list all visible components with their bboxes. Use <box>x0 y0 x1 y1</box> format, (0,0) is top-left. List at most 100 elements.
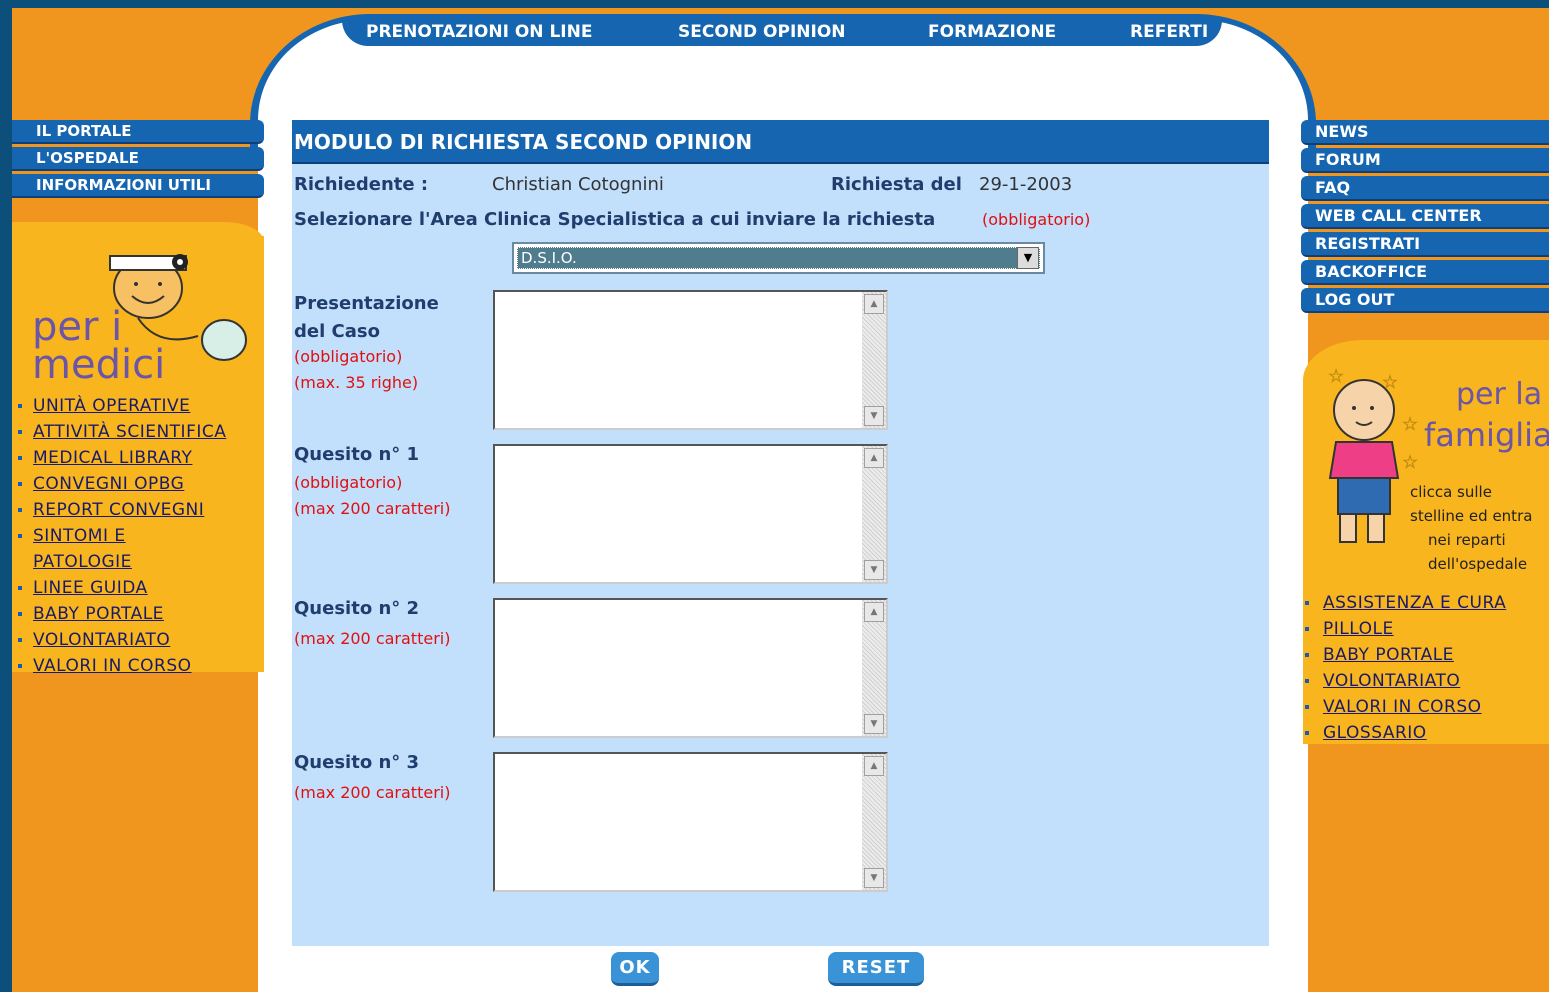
scroll-down-icon[interactable]: ▼ <box>864 714 884 734</box>
scrollbar[interactable]: ▲ ▼ <box>862 446 886 582</box>
question-3-textarea[interactable]: ▲ ▼ <box>493 752 888 892</box>
menu-forum[interactable]: FORUM <box>1301 148 1549 173</box>
bullet-icon <box>18 482 22 486</box>
menu-web-call-center[interactable]: WEB CALL CENTER <box>1301 204 1549 229</box>
link-convegni-opbg[interactable]: CONVEGNI OPBG <box>18 471 262 497</box>
requester-label: Richiedente : <box>294 174 429 195</box>
case-textarea[interactable]: ▲ ▼ <box>493 290 888 430</box>
link-attivita-scientifica[interactable]: ATTIVITÀ SCIENTIFICA <box>18 419 262 445</box>
scroll-up-icon[interactable]: ▲ <box>864 756 884 776</box>
ok-button[interactable]: OK <box>611 952 659 986</box>
scroll-down-icon[interactable]: ▼ <box>864 560 884 580</box>
window-top-edge <box>0 0 1549 8</box>
bullet-icon <box>18 586 22 590</box>
date-value: 29-1-2003 <box>979 174 1073 195</box>
bullet-icon <box>1305 731 1309 735</box>
link-baby-portale[interactable]: BABY PORTALE <box>18 601 262 627</box>
question-1-limit-note: (max 200 caratteri) <box>294 499 451 518</box>
question-2-label: Quesito n° 2 <box>294 598 420 619</box>
link-unita-operative[interactable]: UNITÀ OPERATIVE <box>18 393 262 419</box>
svg-text:☆: ☆ <box>1402 414 1418 435</box>
left-links: UNITÀ OPERATIVE ATTIVITÀ SCIENTIFICA MED… <box>18 393 262 679</box>
reset-button[interactable]: RESET <box>828 952 924 986</box>
link-sintomi-patologie[interactable]: SINTOMI E PATOLOGIE <box>18 523 148 575</box>
link-medical-library[interactable]: MEDICAL LIBRARY <box>18 445 262 471</box>
scroll-up-icon[interactable]: ▲ <box>864 448 884 468</box>
doctor-mascot-icon: per i medici <box>32 254 247 388</box>
link-baby-portale-right[interactable]: BABY PORTALE <box>1305 642 1549 668</box>
link-glossario[interactable]: GLOSSARIO <box>1305 720 1549 746</box>
link-assistenza-cura[interactable]: ASSISTENZA E CURA <box>1305 590 1549 616</box>
nav-formazione[interactable]: FORMAZIONE <box>928 22 1056 42</box>
link-valori-in-corso-right[interactable]: VALORI IN CORSO <box>1305 694 1549 720</box>
link-volontariato[interactable]: VOLONTARIATO <box>18 627 262 653</box>
right-links: ASSISTENZA E CURA PILLOLE BABY PORTALE V… <box>1305 590 1549 746</box>
bullet-icon <box>1305 601 1309 605</box>
menu-ospedale[interactable]: L'OSPEDALE <box>12 147 264 171</box>
menu-backoffice[interactable]: BACKOFFICE <box>1301 260 1549 285</box>
logo-per-la: per la <box>1456 377 1542 412</box>
scroll-down-icon[interactable]: ▼ <box>864 868 884 888</box>
bullet-icon <box>1305 653 1309 657</box>
logo-famiglia: famiglia <box>1424 416 1549 454</box>
bullet-icon <box>1305 705 1309 709</box>
svg-text:☆: ☆ <box>1402 452 1418 473</box>
right-menu: NEWS FORUM FAQ WEB CALL CENTER REGISTRAT… <box>1301 120 1549 316</box>
bullet-icon <box>18 430 22 434</box>
link-volontariato-right[interactable]: VOLONTARIATO <box>1305 668 1549 694</box>
question-1-textarea[interactable]: ▲ ▼ <box>493 444 888 584</box>
chevron-down-icon[interactable]: ▼ <box>1017 247 1039 269</box>
scrollbar[interactable]: ▲ ▼ <box>862 600 886 736</box>
menu-faq[interactable]: FAQ <box>1301 176 1549 201</box>
question-1-required-note: (obbligatorio) <box>294 473 403 492</box>
bullet-icon <box>1305 679 1309 683</box>
question-3-label: Quesito n° 3 <box>294 752 420 773</box>
scroll-up-icon[interactable]: ▲ <box>864 294 884 314</box>
area-select[interactable]: D.S.I.O. ▼ <box>512 242 1045 274</box>
nav-prenotazioni[interactable]: PRENOTAZIONI ON LINE <box>366 22 592 42</box>
case-limit-note: (max. 35 righe) <box>294 373 419 392</box>
bullet-icon <box>18 456 22 460</box>
bullet-icon <box>18 534 22 538</box>
svg-text:☆: ☆ <box>1328 366 1344 387</box>
menu-informazioni-utili[interactable]: INFORMAZIONI UTILI <box>12 174 264 198</box>
date-label: Richiesta del <box>831 174 962 195</box>
question-2-textarea[interactable]: ▲ ▼ <box>493 598 888 738</box>
scrollbar[interactable]: ▲ ▼ <box>862 292 886 428</box>
area-select-value: D.S.I.O. <box>521 249 577 267</box>
link-report-convegni[interactable]: REPORT CONVEGNI <box>18 497 262 523</box>
svg-text:☆: ☆ <box>1382 372 1398 393</box>
question-3-limit-note: (max 200 caratteri) <box>294 783 451 802</box>
top-navigation: PRENOTAZIONI ON LINE SECOND OPINION FORM… <box>342 20 1222 46</box>
menu-il-portale[interactable]: IL PORTALE <box>12 120 264 144</box>
scroll-down-icon[interactable]: ▼ <box>864 406 884 426</box>
nav-referti[interactable]: REFERTI <box>1130 22 1208 42</box>
bullet-icon <box>18 664 22 668</box>
link-pillole[interactable]: PILLOLE <box>1305 616 1549 642</box>
question-1-label: Quesito n° 1 <box>294 444 420 465</box>
menu-log-out[interactable]: LOG OUT <box>1301 288 1549 313</box>
bullet-icon <box>18 404 22 408</box>
area-label: Selezionare l'Area Clinica Specialistica… <box>294 209 936 230</box>
bullet-icon <box>18 612 22 616</box>
case-required-note: (obbligatorio) <box>294 347 403 366</box>
form-title: MODULO DI RICHIESTA SECOND OPINION <box>292 120 1269 164</box>
link-valori-in-corso[interactable]: VALORI IN CORSO <box>18 653 262 679</box>
scrollbar[interactable]: ▲ ▼ <box>862 754 886 890</box>
second-opinion-form: MODULO DI RICHIESTA SECOND OPINION Richi… <box>292 120 1269 946</box>
link-linee-guida[interactable]: LINEE GUIDA <box>18 575 262 601</box>
menu-registrati[interactable]: REGISTRATI <box>1301 232 1549 257</box>
menu-news[interactable]: NEWS <box>1301 120 1549 145</box>
case-label: Presentazione del Caso <box>294 293 439 342</box>
bullet-icon <box>18 508 22 512</box>
question-2-limit-note: (max 200 caratteri) <box>294 629 451 648</box>
scroll-up-icon[interactable]: ▲ <box>864 602 884 622</box>
area-required-note: (obbligatorio) <box>982 210 1091 229</box>
bullet-icon <box>1305 627 1309 631</box>
window-left-edge <box>0 0 12 992</box>
nav-second-opinion[interactable]: SECOND OPINION <box>678 22 846 42</box>
requester-value: Christian Cotognini <box>492 174 664 195</box>
family-caption: clicca sulle stelline ed entra nei repar… <box>1410 483 1533 573</box>
left-menu: IL PORTALE L'OSPEDALE INFORMAZIONI UTILI <box>12 120 264 201</box>
logo-medici: medici <box>32 342 165 388</box>
